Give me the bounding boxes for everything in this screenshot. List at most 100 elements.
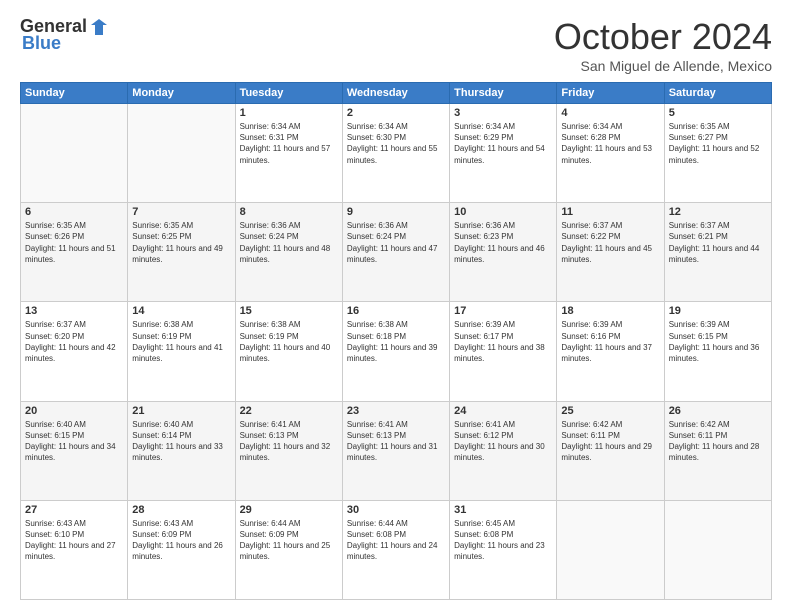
calendar-cell: 22 Sunrise: 6:41 AM Sunset: 6:13 PM Dayli…	[235, 401, 342, 500]
calendar-week-row: 20 Sunrise: 6:40 AM Sunset: 6:15 PM Dayli…	[21, 401, 772, 500]
day-number: 21	[132, 405, 230, 417]
calendar-header-monday: Monday	[128, 83, 235, 104]
day-number: 20	[25, 405, 123, 417]
day-info: Sunrise: 6:38 AM Sunset: 6:19 PM Dayligh…	[132, 319, 230, 364]
logo: General Blue	[20, 16, 109, 54]
calendar-header-wednesday: Wednesday	[342, 83, 449, 104]
calendar-cell: 25 Sunrise: 6:42 AM Sunset: 6:11 PM Dayli…	[557, 401, 664, 500]
day-number: 22	[240, 405, 338, 417]
day-number: 13	[25, 305, 123, 317]
calendar-cell	[21, 104, 128, 203]
calendar-week-row: 1Sunrise: 6:34 AM Sunset: 6:31 PM Daylig…	[21, 104, 772, 203]
day-number: 17	[454, 305, 552, 317]
logo-blue: Blue	[22, 33, 61, 54]
logo-flag-icon	[89, 17, 109, 37]
day-number: 16	[347, 305, 445, 317]
calendar-cell: 14 Sunrise: 6:38 AM Sunset: 6:19 PM Dayli…	[128, 302, 235, 401]
day-info: Sunrise: 6:35 AM Sunset: 6:25 PM Dayligh…	[132, 220, 230, 265]
day-info: Sunrise: 6:39 AM Sunset: 6:16 PM Dayligh…	[561, 319, 659, 364]
calendar-cell: 26 Sunrise: 6:42 AM Sunset: 6:11 PM Dayli…	[664, 401, 771, 500]
calendar-cell	[664, 500, 771, 599]
calendar-cell	[128, 104, 235, 203]
day-number: 8	[240, 206, 338, 218]
day-number: 19	[669, 305, 767, 317]
day-info: Sunrise: 6:44 AM Sunset: 6:08 PM Dayligh…	[347, 518, 445, 563]
day-number: 31	[454, 504, 552, 516]
day-number: 5	[669, 107, 767, 119]
day-number: 9	[347, 206, 445, 218]
calendar-cell: 24Sunrise: 6:41 AM Sunset: 6:12 PM Dayli…	[450, 401, 557, 500]
day-number: 24	[454, 405, 552, 417]
day-number: 27	[25, 504, 123, 516]
calendar-cell: 30Sunrise: 6:44 AM Sunset: 6:08 PM Dayli…	[342, 500, 449, 599]
calendar-cell: 3 Sunrise: 6:34 AM Sunset: 6:29 PM Daylig…	[450, 104, 557, 203]
day-info: Sunrise: 6:45 AM Sunset: 6:08 PM Dayligh…	[454, 518, 552, 563]
day-number: 26	[669, 405, 767, 417]
calendar-cell: 18 Sunrise: 6:39 AM Sunset: 6:16 PM Dayli…	[557, 302, 664, 401]
calendar-cell: 20 Sunrise: 6:40 AM Sunset: 6:15 PM Dayli…	[21, 401, 128, 500]
calendar-header-row: SundayMondayTuesdayWednesdayThursdayFrid…	[21, 83, 772, 104]
day-info: Sunrise: 6:39 AM Sunset: 6:15 PM Dayligh…	[669, 319, 767, 364]
day-info: Sunrise: 6:39 AM Sunset: 6:17 PM Dayligh…	[454, 319, 552, 364]
calendar-cell: 17 Sunrise: 6:39 AM Sunset: 6:17 PM Dayli…	[450, 302, 557, 401]
day-info: Sunrise: 6:35 AM Sunset: 6:26 PM Dayligh…	[25, 220, 123, 265]
day-info: Sunrise: 6:41 AM Sunset: 6:13 PM Dayligh…	[240, 419, 338, 464]
calendar-header-saturday: Saturday	[664, 83, 771, 104]
calendar-header-friday: Friday	[557, 83, 664, 104]
header: General Blue October 2024 San Miguel de …	[20, 16, 772, 74]
calendar-week-row: 6 Sunrise: 6:35 AM Sunset: 6:26 PM Daylig…	[21, 203, 772, 302]
day-info: Sunrise: 6:34 AM Sunset: 6:29 PM Dayligh…	[454, 121, 552, 166]
calendar-cell: 4 Sunrise: 6:34 AM Sunset: 6:28 PM Daylig…	[557, 104, 664, 203]
calendar-cell: 9 Sunrise: 6:36 AM Sunset: 6:24 PM Daylig…	[342, 203, 449, 302]
day-info: Sunrise: 6:36 AM Sunset: 6:24 PM Dayligh…	[347, 220, 445, 265]
day-info: Sunrise: 6:34 AM Sunset: 6:28 PM Dayligh…	[561, 121, 659, 166]
day-info: Sunrise: 6:34 AM Sunset: 6:30 PM Dayligh…	[347, 121, 445, 166]
day-number: 29	[240, 504, 338, 516]
calendar-cell: 27 Sunrise: 6:43 AM Sunset: 6:10 PM Dayli…	[21, 500, 128, 599]
calendar-cell	[557, 500, 664, 599]
location-subtitle: San Miguel de Allende, Mexico	[554, 58, 772, 74]
day-number: 18	[561, 305, 659, 317]
day-info: Sunrise: 6:37 AM Sunset: 6:22 PM Dayligh…	[561, 220, 659, 265]
calendar-cell: 16Sunrise: 6:38 AM Sunset: 6:18 PM Dayli…	[342, 302, 449, 401]
day-number: 28	[132, 504, 230, 516]
day-info: Sunrise: 6:41 AM Sunset: 6:13 PM Dayligh…	[347, 419, 445, 464]
day-number: 25	[561, 405, 659, 417]
day-number: 4	[561, 107, 659, 119]
day-info: Sunrise: 6:37 AM Sunset: 6:21 PM Dayligh…	[669, 220, 767, 265]
calendar-week-row: 27 Sunrise: 6:43 AM Sunset: 6:10 PM Dayli…	[21, 500, 772, 599]
day-number: 6	[25, 206, 123, 218]
calendar-header-sunday: Sunday	[21, 83, 128, 104]
calendar-cell: 11Sunrise: 6:37 AM Sunset: 6:22 PM Dayli…	[557, 203, 664, 302]
calendar-cell: 12 Sunrise: 6:37 AM Sunset: 6:21 PM Dayli…	[664, 203, 771, 302]
calendar-cell: 2 Sunrise: 6:34 AM Sunset: 6:30 PM Daylig…	[342, 104, 449, 203]
calendar-cell: 6 Sunrise: 6:35 AM Sunset: 6:26 PM Daylig…	[21, 203, 128, 302]
day-number: 10	[454, 206, 552, 218]
day-info: Sunrise: 6:44 AM Sunset: 6:09 PM Dayligh…	[240, 518, 338, 563]
calendar-cell: 5 Sunrise: 6:35 AM Sunset: 6:27 PM Daylig…	[664, 104, 771, 203]
month-title: October 2024	[554, 16, 772, 58]
title-block: October 2024 San Miguel de Allende, Mexi…	[554, 16, 772, 74]
calendar-cell: 31 Sunrise: 6:45 AM Sunset: 6:08 PM Dayli…	[450, 500, 557, 599]
day-info: Sunrise: 6:42 AM Sunset: 6:11 PM Dayligh…	[561, 419, 659, 464]
day-number: 14	[132, 305, 230, 317]
day-info: Sunrise: 6:37 AM Sunset: 6:20 PM Dayligh…	[25, 319, 123, 364]
day-number: 23	[347, 405, 445, 417]
calendar-header-tuesday: Tuesday	[235, 83, 342, 104]
day-number: 12	[669, 206, 767, 218]
calendar-week-row: 13 Sunrise: 6:37 AM Sunset: 6:20 PM Dayli…	[21, 302, 772, 401]
calendar-cell: 13 Sunrise: 6:37 AM Sunset: 6:20 PM Dayli…	[21, 302, 128, 401]
day-info: Sunrise: 6:42 AM Sunset: 6:11 PM Dayligh…	[669, 419, 767, 464]
day-info: Sunrise: 6:34 AM Sunset: 6:31 PM Dayligh…	[240, 121, 338, 166]
calendar-cell: 8Sunrise: 6:36 AM Sunset: 6:24 PM Daylig…	[235, 203, 342, 302]
day-info: Sunrise: 6:35 AM Sunset: 6:27 PM Dayligh…	[669, 121, 767, 166]
calendar-cell: 1Sunrise: 6:34 AM Sunset: 6:31 PM Daylig…	[235, 104, 342, 203]
day-number: 15	[240, 305, 338, 317]
day-info: Sunrise: 6:40 AM Sunset: 6:15 PM Dayligh…	[25, 419, 123, 464]
day-number: 3	[454, 107, 552, 119]
calendar-cell: 10Sunrise: 6:36 AM Sunset: 6:23 PM Dayli…	[450, 203, 557, 302]
day-info: Sunrise: 6:43 AM Sunset: 6:10 PM Dayligh…	[25, 518, 123, 563]
calendar-cell: 21 Sunrise: 6:40 AM Sunset: 6:14 PM Dayli…	[128, 401, 235, 500]
day-info: Sunrise: 6:40 AM Sunset: 6:14 PM Dayligh…	[132, 419, 230, 464]
day-number: 2	[347, 107, 445, 119]
